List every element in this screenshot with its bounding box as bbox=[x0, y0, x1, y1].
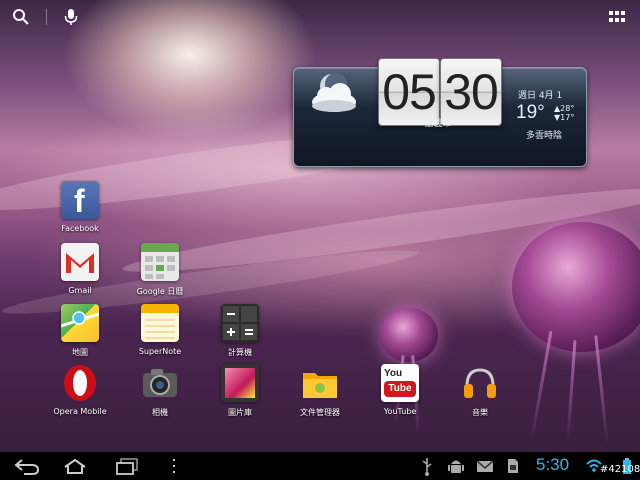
app-label: 地圖 bbox=[72, 348, 88, 357]
app-label: 音樂 bbox=[472, 408, 488, 417]
clock-weather-widget[interactable]: 05 30 嘉義市 週日 4月 1 19° ▲28° ▼17° 多雲時陰 bbox=[293, 58, 587, 167]
back-icon[interactable] bbox=[14, 456, 40, 476]
search-icon[interactable] bbox=[12, 8, 30, 26]
app-label: 計算機 bbox=[228, 348, 252, 357]
camera-icon bbox=[141, 364, 179, 402]
weather-condition: 多雲時陰 bbox=[526, 131, 563, 141]
app-music[interactable]: 音樂 bbox=[442, 364, 518, 418]
folder-icon bbox=[301, 364, 339, 402]
app-maps[interactable]: 地圖 bbox=[42, 304, 118, 358]
app-label: 相機 bbox=[152, 408, 168, 417]
app-label: Facebook bbox=[61, 224, 99, 233]
home-icon[interactable] bbox=[62, 456, 88, 476]
sd-card-icon bbox=[508, 459, 518, 473]
top-bar bbox=[0, 0, 640, 34]
app-supernote[interactable]: SuperNote bbox=[122, 304, 198, 356]
app-gallery[interactable]: 圖片庫 bbox=[202, 364, 278, 418]
headphones-icon bbox=[461, 364, 499, 402]
calendar-icon bbox=[141, 243, 179, 281]
app-google-calendar[interactable]: Google 日曆 bbox=[122, 243, 198, 297]
jellyfish-large bbox=[512, 222, 640, 352]
app-file-manager[interactable]: 文件管理器 bbox=[282, 364, 358, 418]
partly-cloudy-night-icon bbox=[312, 73, 356, 112]
jellyfish-small bbox=[380, 308, 438, 362]
widget-date: 週日 4月 1 bbox=[518, 91, 563, 101]
top-divider bbox=[46, 9, 47, 25]
app-camera[interactable]: 相機 bbox=[122, 364, 198, 418]
app-opera-mobile[interactable]: Opera Mobile bbox=[42, 364, 118, 416]
gallery-icon bbox=[221, 364, 259, 402]
watermark-label: #42108 bbox=[600, 464, 640, 475]
youtube-icon: You Tube bbox=[381, 364, 419, 402]
app-label: Opera Mobile bbox=[53, 407, 107, 416]
navigation-bar: 5:30 bbox=[0, 452, 640, 480]
app-label: 圖片庫 bbox=[228, 408, 252, 417]
mic-icon[interactable] bbox=[62, 8, 80, 26]
app-label: YouTube bbox=[383, 407, 417, 416]
all-apps-grid-icon[interactable] bbox=[608, 8, 626, 26]
app-label: Gmail bbox=[68, 286, 92, 295]
status-clock[interactable]: 5:30 bbox=[536, 455, 569, 475]
notepad-icon bbox=[141, 304, 179, 342]
recent-apps-icon[interactable] bbox=[114, 456, 140, 476]
app-calculator[interactable]: 計算機 bbox=[202, 304, 278, 358]
gmail-icon bbox=[61, 243, 99, 281]
app-youtube[interactable]: You Tube YouTube bbox=[362, 364, 438, 416]
facebook-icon: f bbox=[61, 181, 99, 219]
app-label: Google 日曆 bbox=[136, 287, 184, 296]
current-temperature: 19° bbox=[516, 102, 545, 123]
usb-icon bbox=[422, 458, 432, 476]
app-label: 文件管理器 bbox=[300, 408, 340, 417]
weather-city: 嘉義市 bbox=[424, 119, 452, 129]
low-temperature: ▼17° bbox=[554, 113, 575, 122]
overflow-menu-icon[interactable] bbox=[168, 456, 180, 476]
app-facebook[interactable]: f Facebook bbox=[42, 181, 118, 233]
app-gmail[interactable]: Gmail bbox=[42, 243, 118, 295]
opera-icon bbox=[61, 364, 99, 402]
android-debug-icon bbox=[448, 460, 464, 473]
gmail-notification-icon bbox=[476, 460, 494, 472]
maps-icon bbox=[61, 304, 99, 342]
app-label: SuperNote bbox=[138, 347, 182, 356]
high-temperature: ▲28° bbox=[554, 104, 575, 113]
calculator-icon bbox=[221, 304, 259, 342]
